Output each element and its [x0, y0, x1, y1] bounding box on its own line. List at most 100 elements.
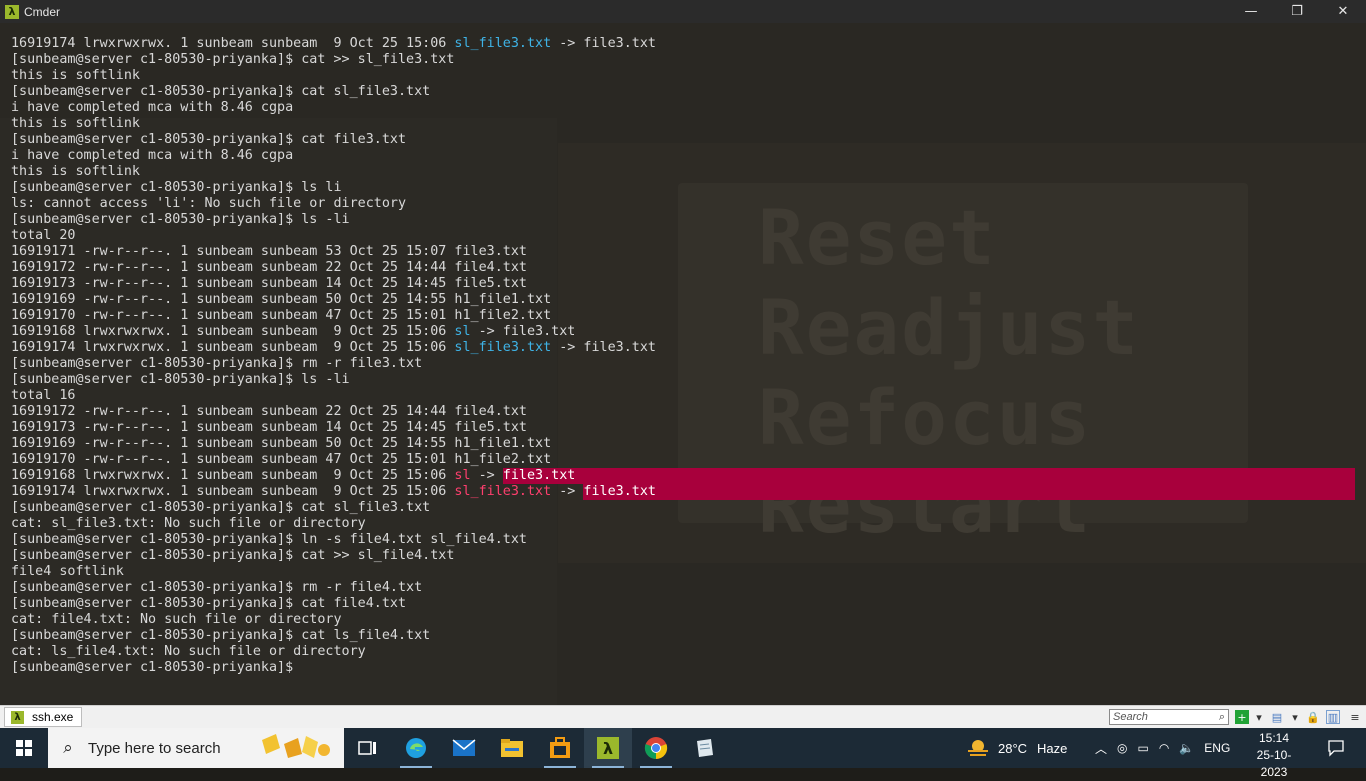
terminal-line-text: [sunbeam@server c1-80530-priyanka]$ cat …	[11, 132, 406, 147]
search-highlight-icon	[262, 734, 330, 758]
terminal-line-text: cat: ls_file4.txt: No such file or direc…	[11, 644, 366, 659]
start-button[interactable]	[0, 728, 48, 768]
split-view-icon[interactable]: ▥	[1326, 710, 1340, 724]
system-tray: ︿ ◎ ▭ ◠ 🔈 ENG	[1090, 728, 1235, 768]
terminal-line-text: i have completed mca with 8.46 cgpa	[11, 100, 293, 115]
terminal-text: cat: file4.txt: No such file or director…	[11, 612, 342, 627]
terminal-line: 16919169 -rw-r--r--. 1 sunbeam sunbeam 5…	[11, 292, 656, 308]
terminal-text: [sunbeam@server c1-80530-priyanka]$ cat …	[11, 596, 407, 611]
terminal-text: [sunbeam@server c1-80530-priyanka]$	[11, 660, 302, 675]
terminal-text: 16919174 lrwxrwxrwx. 1 sunbeam sunbeam 9…	[11, 36, 455, 51]
volume-icon[interactable]: 🔈	[1179, 741, 1194, 755]
terminal-line-text: [sunbeam@server c1-80530-priyanka]$ cat …	[11, 500, 430, 515]
chevron-up-icon[interactable]: ︿	[1095, 740, 1107, 757]
close-button[interactable]: ✕	[1320, 0, 1366, 23]
battery-icon[interactable]: ▭	[1138, 741, 1149, 755]
windows-taskbar: ⌕ Type here to search λ 28°C Haze ︿ ◎ ▭ …	[0, 728, 1366, 779]
console-tab-label: ssh.exe	[32, 710, 74, 724]
terminal-line: this is softlink	[11, 116, 656, 132]
terminal-text: 16919170 -rw-r--r--. 1 sunbeam sunbeam 4…	[11, 308, 552, 323]
minimize-button[interactable]: —	[1228, 0, 1274, 23]
terminal-line-highlighted: 16919168 lrwxrwxrwx. 1 sunbeam sunbeam 9…	[11, 468, 1355, 484]
lock-icon[interactable]: 🔒	[1306, 710, 1320, 724]
terminal-line: cat: file4.txt: No such file or director…	[11, 612, 656, 628]
terminal-line-text: [sunbeam@server c1-80530-priyanka]$ cat …	[11, 52, 454, 67]
terminal-text: [sunbeam@server c1-80530-priyanka]$ ls -…	[11, 212, 350, 227]
task-view-icon[interactable]	[344, 728, 392, 768]
terminal-text: 16919174 lrwxrwxrwx. 1 sunbeam sunbeam 9…	[11, 484, 455, 499]
terminal-line-text: total 20	[11, 228, 76, 243]
terminal-line: [sunbeam@server c1-80530-priyanka]$ cat …	[11, 548, 656, 564]
terminal-text: i have completed mca with 8.46 cgpa	[11, 100, 294, 115]
weather-widget[interactable]: 28°C Haze	[966, 728, 1067, 768]
console-tab[interactable]: λ ssh.exe	[4, 707, 83, 727]
meet-now-icon[interactable]: ◎	[1117, 741, 1127, 755]
terminal-line: 16919173 -rw-r--r--. 1 sunbeam sunbeam 1…	[11, 420, 656, 436]
terminal-line-text: [sunbeam@server c1-80530-priyanka]$ ls -…	[11, 212, 350, 227]
terminal-text: [sunbeam@server c1-80530-priyanka]$ cat …	[11, 52, 455, 67]
cmder-lambda-icon: λ	[5, 4, 19, 19]
terminal-line: cat: sl_file3.txt: No such file or direc…	[11, 516, 656, 532]
cmder-search-placeholder: Search	[1113, 711, 1148, 723]
terminal-line-text: 16919172 -rw-r--r--. 1 sunbeam sunbeam 2…	[11, 404, 527, 419]
terminal-text: 16919172 -rw-r--r--. 1 sunbeam sunbeam 2…	[11, 404, 527, 419]
terminal-line-text: cat: sl_file3.txt: No such file or direc…	[11, 516, 366, 531]
terminal-text: 16919168 lrwxrwxrwx. 1 sunbeam sunbeam 9…	[11, 324, 455, 339]
language-indicator[interactable]: ENG	[1204, 741, 1230, 755]
terminal-text: 16919169 -rw-r--r--. 1 sunbeam sunbeam 5…	[11, 436, 552, 451]
notifications-button[interactable]	[1318, 728, 1354, 768]
terminal-area[interactable]: Reset Readjust Refocus Restart 16919174 …	[0, 23, 1366, 705]
system-clock[interactable]: 15:14 25-10-2023	[1244, 730, 1304, 781]
terminal-line-text: i have completed mca with 8.46 cgpa	[11, 148, 293, 163]
terminal-text: ->	[551, 484, 584, 499]
edge-icon[interactable]	[392, 728, 440, 768]
terminal-text: i have completed mca with 8.46 cgpa	[11, 148, 294, 163]
terminal-text: 16919170 -rw-r--r--. 1 sunbeam sunbeam 4…	[11, 452, 552, 467]
terminal-line-text: file4 softlink	[11, 564, 124, 579]
chevron-down-icon[interactable]: ▾	[1252, 710, 1266, 724]
terminal-line: i have completed mca with 8.46 cgpa	[11, 100, 656, 116]
terminal-line-text: [sunbeam@server c1-80530-priyanka]$ ls -…	[11, 372, 350, 387]
cmder-search-input[interactable]: Search ⌕	[1109, 709, 1229, 725]
taskbar-search-box[interactable]: ⌕ Type here to search	[48, 728, 344, 768]
terminal-line: [sunbeam@server c1-80530-priyanka]$ rm -…	[11, 580, 656, 596]
terminal-line: [sunbeam@server c1-80530-priyanka]$ ls -…	[11, 212, 656, 228]
terminal-line: total 16	[11, 388, 656, 404]
terminal-line: 16919171 -rw-r--r--. 1 sunbeam sunbeam 5…	[11, 244, 656, 260]
terminal-line-text: [sunbeam@server c1-80530-priyanka]$	[11, 660, 301, 675]
taskbar-apps: λ	[344, 728, 728, 768]
menu-icon[interactable]: ≡	[1348, 710, 1362, 724]
maximize-button[interactable]: ❐	[1274, 0, 1320, 23]
wallpaper-word: Reset	[758, 193, 997, 282]
terminal-text: cat: sl_file3.txt: No such file or direc…	[11, 516, 366, 531]
terminal-text: -> file3.txt	[470, 324, 576, 339]
store-icon[interactable]	[536, 728, 584, 768]
terminal-line-text: [sunbeam@server c1-80530-priyanka]$ cat …	[11, 596, 406, 611]
terminal-text: 16919169 -rw-r--r--. 1 sunbeam sunbeam 5…	[11, 292, 552, 307]
tab-list-icon[interactable]: ▤	[1270, 710, 1284, 724]
file-explorer-icon[interactable]	[488, 728, 536, 768]
search-icon: ⌕	[63, 738, 73, 758]
wifi-icon[interactable]: ◠	[1159, 741, 1169, 755]
terminal-line-text: [sunbeam@server c1-80530-priyanka]$ ln -…	[11, 532, 527, 547]
terminal-line-text: total 16	[11, 388, 76, 403]
new-console-icon[interactable]: +	[1235, 710, 1249, 724]
chrome-icon[interactable]	[632, 728, 680, 768]
terminal-text: total 20	[11, 228, 76, 243]
missing-link-target: file3.txt	[583, 484, 656, 499]
terminal-line-text: [sunbeam@server c1-80530-priyanka]$ cat …	[11, 548, 454, 563]
terminal-text: [sunbeam@server c1-80530-priyanka]$ rm -…	[11, 356, 423, 371]
terminal-line-text: [sunbeam@server c1-80530-priyanka]$ cat …	[11, 628, 430, 643]
notepad-icon[interactable]	[680, 728, 728, 768]
cmder-taskbar-icon[interactable]: λ	[584, 728, 632, 768]
terminal-line-text: 16919174 lrwxrwxrwx. 1 sunbeam sunbeam 9…	[11, 340, 656, 355]
terminal-line-text: [sunbeam@server c1-80530-priyanka]$ cat …	[11, 84, 430, 99]
taskbar-search-placeholder: Type here to search	[88, 739, 221, 757]
title-bar[interactable]: λ Cmder — ❐ ✕	[0, 0, 1366, 23]
chevron-down-icon[interactable]: ▾	[1288, 710, 1302, 724]
broken-symlink-name: sl_file3.txt	[454, 484, 552, 499]
sun-haze-icon	[968, 740, 988, 756]
terminal-text: 16919174 lrwxrwxrwx. 1 sunbeam sunbeam 9…	[11, 340, 455, 355]
mail-icon[interactable]	[440, 728, 488, 768]
terminal-line: file4 softlink	[11, 564, 656, 580]
